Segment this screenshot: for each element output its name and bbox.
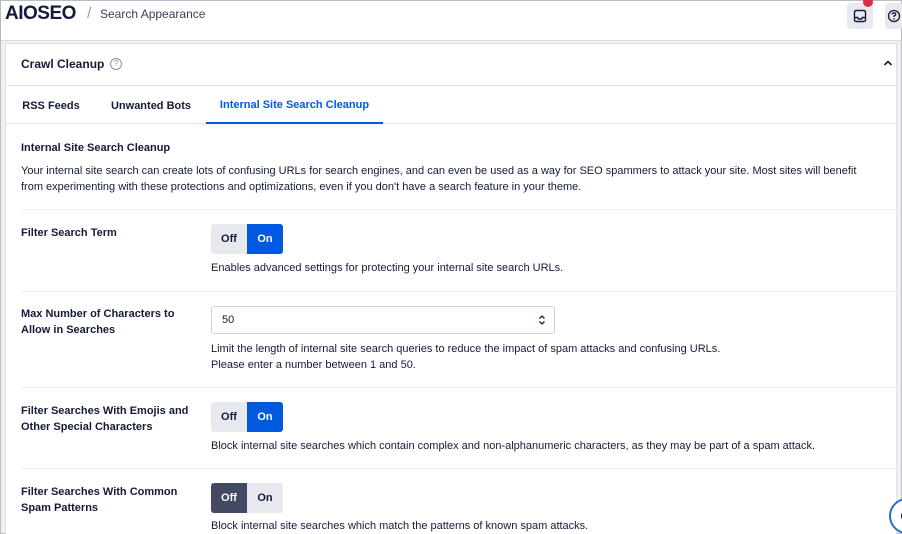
section-intro: Your internal site search can create lot… <box>21 165 857 193</box>
tab-internal-site-search-cleanup[interactable]: Internal Site Search Cleanup <box>206 87 383 124</box>
tab-unwanted-bots[interactable]: Unwanted Bots <box>96 87 206 124</box>
card-header[interactable]: Crawl Cleanup ? <box>6 44 896 86</box>
divider <box>21 387 897 388</box>
stepper-arrows-icon[interactable] <box>538 314 546 326</box>
filter-emojis-description: Block internal site searches which conta… <box>211 440 816 452</box>
logo-text-seo: SEO <box>37 3 76 24</box>
filter-search-term-off-button[interactable]: Off <box>211 224 247 254</box>
max-chars-value: 50 <box>222 314 235 326</box>
filter-emojis-toggle: Off On <box>211 402 283 432</box>
inbox-icon <box>853 9 867 23</box>
notifications-button[interactable] <box>847 3 873 29</box>
top-bar: AIO SEO / Search Appearance <box>1 0 902 41</box>
max-chars-hint: Please enter a number between 1 and 50. <box>211 359 416 371</box>
chevron-up-icon[interactable] <box>882 57 894 69</box>
crawl-cleanup-card: Crawl Cleanup ? RSS Feeds Unwanted Bots … <box>5 43 897 534</box>
filter-emojis-off-button[interactable]: Off <box>211 402 247 432</box>
filter-spam-patterns-on-button[interactable]: On <box>247 483 283 513</box>
filter-spam-patterns-description: Block internal site searches which match… <box>211 520 589 532</box>
filter-spam-patterns-toggle: Off On <box>211 483 283 513</box>
divider <box>21 468 897 469</box>
question-circle-icon[interactable]: ? <box>110 58 122 70</box>
page-title: Search Appearance <box>100 7 206 21</box>
filter-spam-patterns-label: Filter Searches With Common Spam Pattern… <box>21 486 178 514</box>
filter-search-term-toggle: Off On <box>211 224 283 254</box>
logo-text-aio: AIO <box>5 3 38 24</box>
divider <box>21 209 897 210</box>
max-chars-input[interactable]: 50 <box>211 306 555 334</box>
max-chars-label: Max Number of Characters to Allow in Sea… <box>21 308 175 336</box>
filter-search-term-on-button[interactable]: On <box>247 224 283 254</box>
help-icon <box>887 9 901 23</box>
tab-bar: RSS Feeds Unwanted Bots Internal Site Se… <box>6 87 896 124</box>
aioseo-logo[interactable]: AIO SEO <box>5 3 76 25</box>
filter-search-term-label: Filter Search Term <box>21 227 117 239</box>
filter-spam-patterns-off-button[interactable]: Off <box>211 483 247 513</box>
tab-rss-feeds[interactable]: RSS Feeds <box>6 87 96 124</box>
section-title: Internal Site Search Cleanup <box>21 142 171 154</box>
max-chars-description: Limit the length of internal site search… <box>211 343 721 355</box>
help-button[interactable] <box>885 3 902 29</box>
filter-emojis-on-button[interactable]: On <box>247 402 283 432</box>
filter-search-term-description: Enables advanced settings for protecting… <box>211 262 564 274</box>
divider <box>21 291 897 292</box>
card-title: Crawl Cleanup <box>21 57 105 71</box>
filter-emojis-label: Filter Searches With Emojis and Other Sp… <box>21 405 189 433</box>
breadcrumb-separator: / <box>87 5 92 22</box>
